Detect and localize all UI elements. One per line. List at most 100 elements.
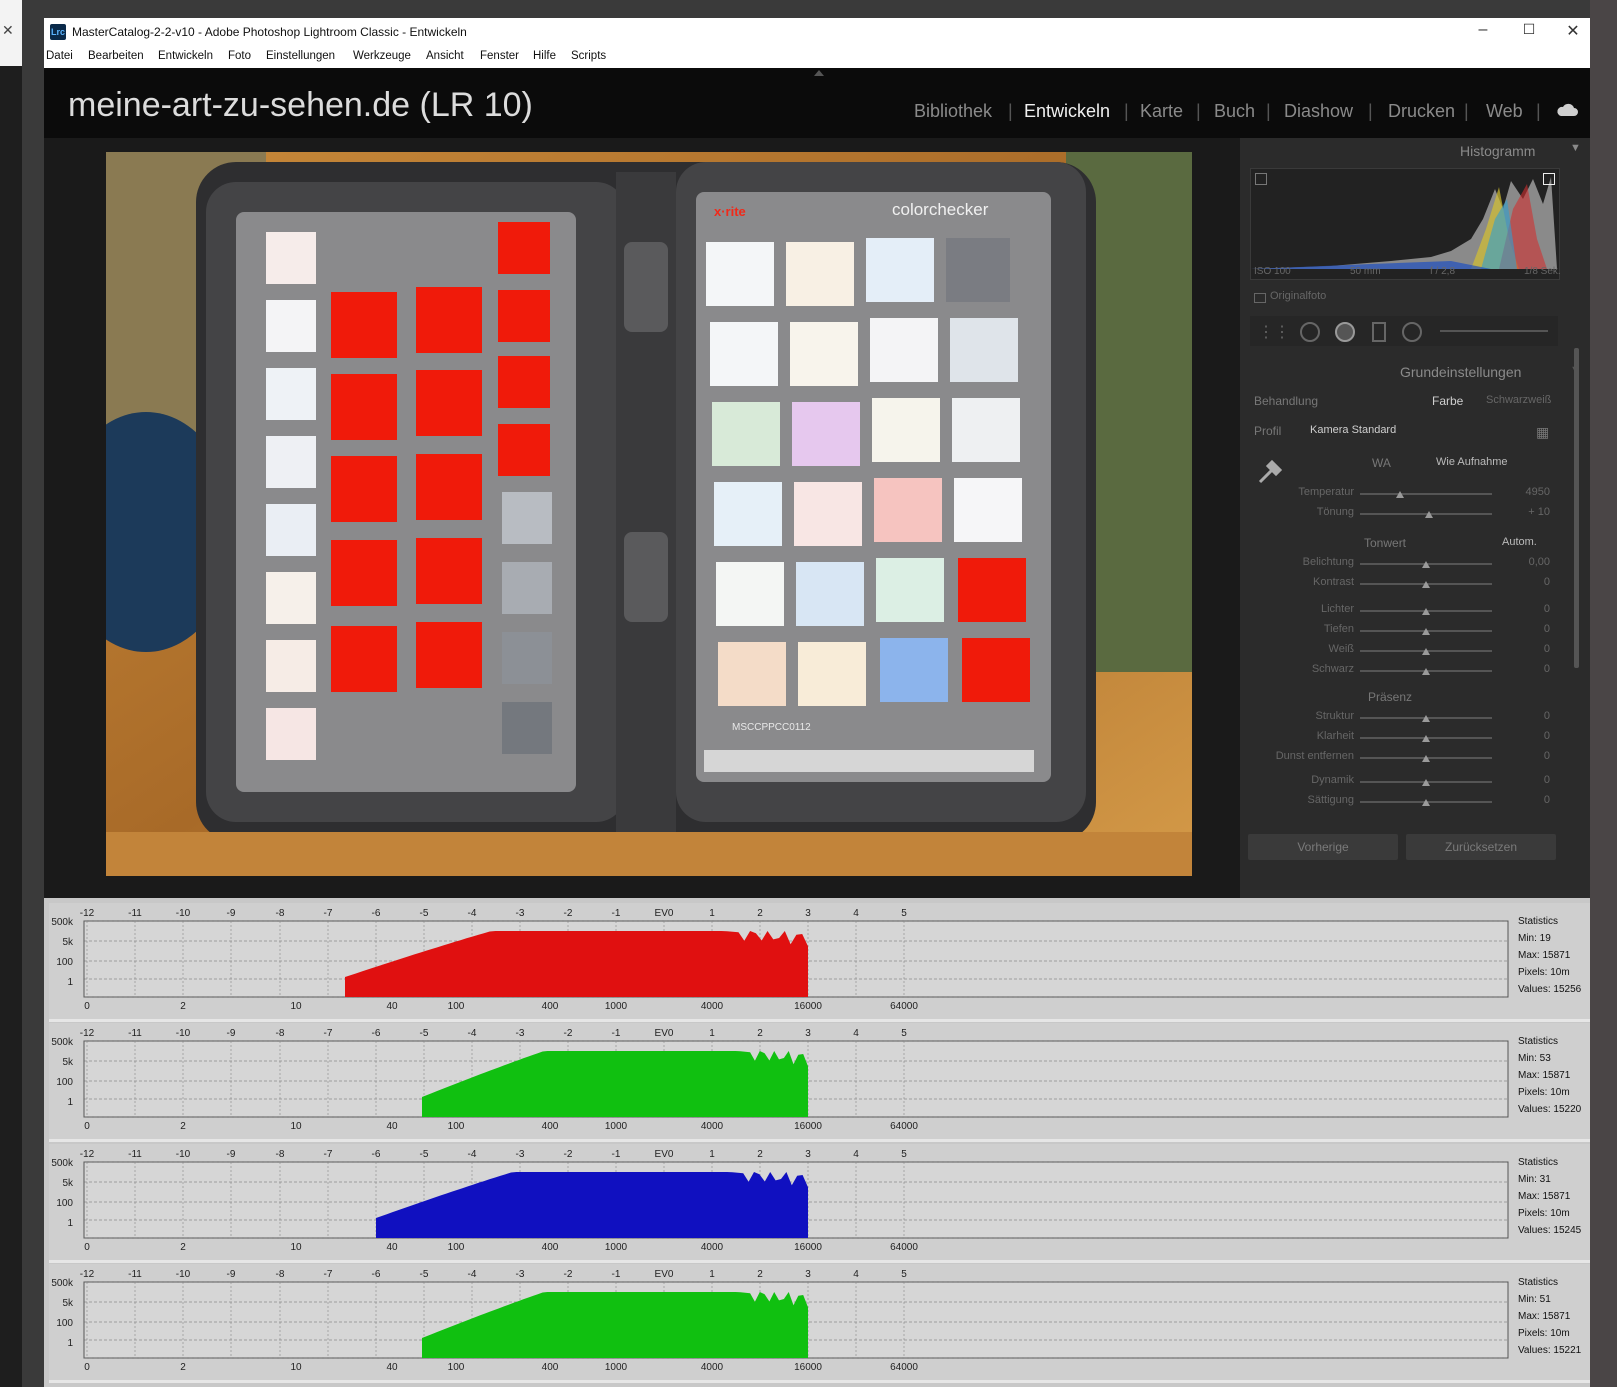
graduated-filter-icon[interactable] (1372, 322, 1386, 342)
slider-handle[interactable] (1422, 561, 1430, 568)
value-tick-label: 400 (542, 1001, 559, 1012)
slider-handle[interactable] (1422, 779, 1430, 786)
menu-werkzeuge[interactable]: Werkzeuge (353, 50, 411, 62)
basic-panel-title[interactable]: Grundeinstellungen (1400, 364, 1521, 380)
slider-value[interactable]: 0 (1510, 750, 1550, 762)
module-buch[interactable]: Buch (1214, 101, 1255, 122)
slider-track[interactable] (1360, 493, 1492, 495)
ev-tick-label: -4 (468, 908, 477, 919)
slider-handle[interactable] (1422, 648, 1430, 655)
slider-value[interactable]: 0 (1510, 643, 1550, 655)
colorchecker-photo (106, 152, 1192, 876)
slider-value[interactable]: 0 (1510, 663, 1550, 675)
ev-tick-label: -3 (516, 1269, 525, 1280)
ev-tick-label: -10 (176, 1269, 191, 1280)
slider-value[interactable]: 0 (1510, 730, 1550, 742)
y-tick-label: 100 (56, 1077, 73, 1088)
slider-handle[interactable] (1422, 715, 1430, 722)
spot-removal-icon[interactable] (1300, 322, 1320, 342)
slider-value[interactable]: 0 (1510, 774, 1550, 786)
ev-tick-label: -5 (420, 1028, 429, 1039)
slider-label: Dunst entfernen (1275, 750, 1354, 762)
module-web[interactable]: Web (1486, 101, 1523, 122)
photo-preview[interactable]: x·rite colorchecker MSCCPPCC0112 (106, 152, 1192, 876)
red-eye-icon[interactable] (1335, 322, 1355, 342)
auto-button[interactable]: Autom. (1502, 536, 1537, 548)
profile-browser-icon[interactable]: ▦ (1536, 424, 1549, 441)
menu-einstellungen[interactable]: Einstellungen (266, 50, 335, 62)
slider-handle[interactable] (1395, 491, 1404, 498)
slider-value[interactable]: 0 (1510, 576, 1550, 588)
shadow-clipping-icon[interactable] (1255, 173, 1267, 185)
reset-button[interactable]: Zurücksetzen (1406, 834, 1556, 860)
module-drucken[interactable]: Drucken (1388, 101, 1455, 122)
ev-tick-label: -5 (420, 1149, 429, 1160)
y-tick-label: 100 (56, 957, 73, 968)
slider-value[interactable]: + 10 (1510, 506, 1550, 518)
wb-select[interactable]: Wie Aufnahme (1436, 456, 1508, 468)
close-icon[interactable]: ✕ (2, 22, 14, 39)
ev-tick-label: -11 (128, 1149, 142, 1160)
module-entwickeln[interactable]: Entwickeln (1024, 101, 1110, 122)
histogram-panel-title[interactable]: Histogramm (1460, 143, 1535, 159)
profile-select[interactable]: Kamera Standard (1310, 424, 1396, 436)
slider-handle[interactable] (1422, 799, 1430, 806)
crop-tool-icon[interactable]: ⋮⋮ (1258, 322, 1290, 342)
slider-handle[interactable] (1422, 668, 1430, 675)
ev-tick-label: EV0 (655, 1028, 674, 1039)
ev-tick-label: EV0 (655, 1149, 674, 1160)
value-tick-label: 10 (290, 1121, 302, 1132)
treatment-color-button[interactable]: Farbe (1432, 394, 1463, 408)
menu-ansicht[interactable]: Ansicht (426, 50, 464, 62)
histogram-statistics: Statistics Min: 19 Max: 15871 Pixels: 10m Va… (1518, 913, 1581, 998)
value-tick-label: 1000 (605, 1001, 628, 1012)
highlight-clipping-icon[interactable] (1543, 173, 1555, 185)
menu-fenster[interactable]: Fenster (480, 50, 519, 62)
ev-tick-label: -11 (128, 1028, 142, 1039)
slider-value[interactable]: 0 (1510, 623, 1550, 635)
close-button[interactable]: ✕ (1558, 21, 1588, 41)
previous-button[interactable]: Vorherige (1248, 834, 1398, 860)
menu-scripts[interactable]: Scripts (571, 50, 606, 62)
module-bibliothek[interactable]: Bibliothek (914, 101, 992, 122)
slider-value[interactable]: 4950 (1510, 486, 1550, 498)
module-diashow[interactable]: Diashow (1284, 101, 1353, 122)
cloud-sync-icon[interactable] (1556, 102, 1578, 118)
ev-tick-label: -12 (80, 1149, 95, 1160)
minimize-button[interactable]: – (1468, 21, 1498, 39)
menu-datei[interactable]: Datei (46, 50, 73, 62)
brush-slider[interactable] (1440, 330, 1548, 332)
slider-value[interactable]: 0 (1510, 603, 1550, 615)
statistics-line: Min: 51 (1518, 1294, 1551, 1305)
slider-handle[interactable] (1422, 581, 1430, 588)
ev-tick-label: 4 (853, 1028, 859, 1039)
histogram-display[interactable] (1250, 168, 1560, 280)
module-karte[interactable]: Karte (1140, 101, 1183, 122)
original-photo-checkbox[interactable] (1254, 293, 1266, 303)
triangle-down-icon[interactable]: ▼ (1570, 142, 1581, 154)
slider-handle[interactable] (1422, 755, 1430, 762)
panel-scrollbar[interactable] (1574, 348, 1579, 668)
slider-value[interactable]: 0 (1510, 794, 1550, 806)
menu-hilfe[interactable]: Hilfe (533, 50, 556, 62)
statistics-line: Values: 15245 (1518, 1225, 1582, 1236)
ev-tick-label: -6 (372, 1028, 381, 1039)
menu-bearbeiten[interactable]: Bearbeiten (88, 50, 144, 62)
slider-value[interactable]: 0,00 (1510, 556, 1550, 568)
ev-tick-label: -12 (80, 908, 95, 919)
slider-value[interactable]: 0 (1510, 710, 1550, 722)
eyedropper-icon[interactable] (1256, 456, 1286, 486)
collapse-top-icon[interactable] (814, 70, 824, 76)
slider-handle[interactable] (1422, 628, 1430, 635)
menu-foto[interactable]: Foto (228, 50, 251, 62)
treatment-bw-button[interactable]: Schwarzweiß (1486, 394, 1551, 406)
radial-filter-icon[interactable] (1402, 322, 1422, 342)
menu-entwickeln[interactable]: Entwickeln (158, 50, 213, 62)
y-tick-label: 500k (51, 1037, 74, 1048)
slider-handle[interactable] (1424, 511, 1433, 518)
slider-handle[interactable] (1422, 608, 1430, 615)
maximize-button[interactable]: ☐ (1514, 21, 1544, 38)
value-tick-label: 100 (448, 1242, 465, 1253)
slider-label: Belichtung (1302, 556, 1354, 568)
slider-handle[interactable] (1422, 735, 1430, 742)
